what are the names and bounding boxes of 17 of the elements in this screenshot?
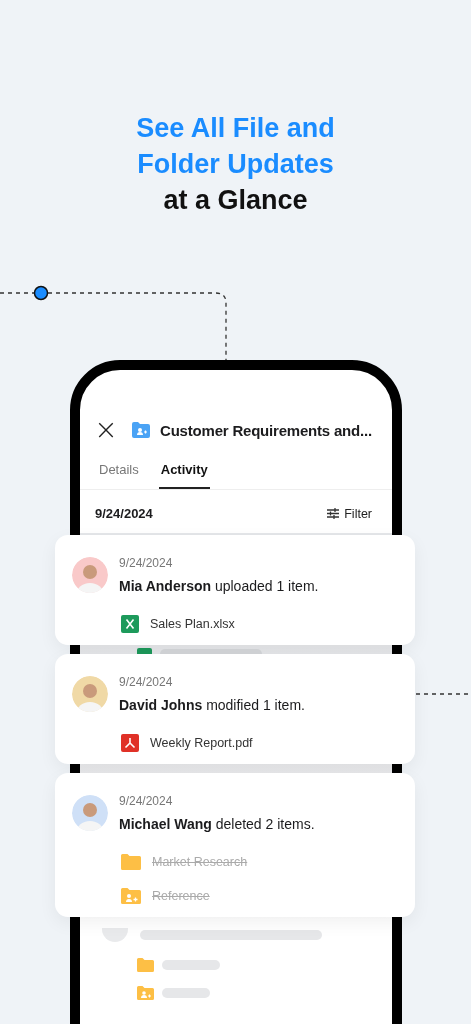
activity-message: David Johns modified 1 item.	[119, 696, 305, 714]
date-heading: 9/24/2024	[95, 506, 153, 521]
tab[interactable]: Details	[99, 462, 139, 489]
filter-button[interactable]: Filter	[327, 506, 372, 521]
file-name[interactable]: Weekly Report.pdf	[150, 736, 253, 750]
headline: Folder Updates	[137, 148, 334, 181]
headline: See All File and	[136, 112, 335, 145]
tab[interactable]: Activity	[158, 462, 210, 489]
panel-title: Customer Requirements and...	[160, 421, 372, 439]
close-button[interactable]: ×	[94, 418, 118, 442]
file-name[interactable]: Sales Plan.xlsx	[150, 617, 235, 631]
activity-date: 9/24/2024	[119, 675, 174, 689]
activity-date: 9/24/2024	[119, 794, 174, 808]
headline: at a Glance	[163, 184, 308, 217]
activity-date: 9/24/2024	[119, 556, 174, 570]
activity-message: Mia Anderson uploaded 1 item.	[119, 577, 319, 595]
activity-message: Michael Wang deleted 2 items.	[119, 815, 315, 833]
